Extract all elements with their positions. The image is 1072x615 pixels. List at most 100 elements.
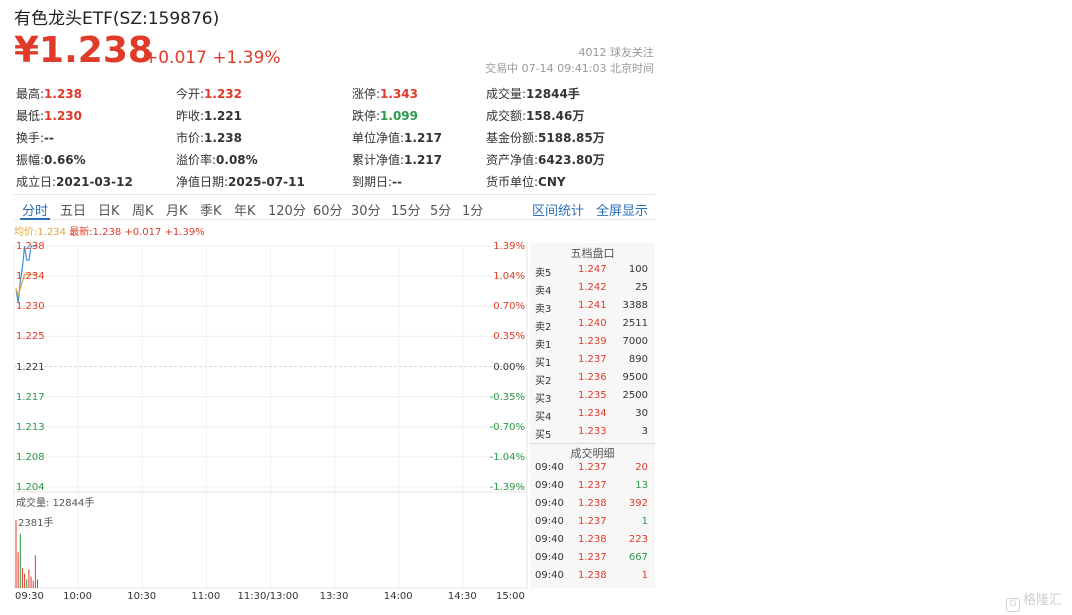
watermark: G 格隆汇 — [1005, 589, 1062, 612]
y-tick-label: 1.238 — [16, 241, 45, 252]
y-tick-label: 1.221 — [16, 361, 45, 373]
y-tick-label: 1.217 — [16, 391, 45, 403]
order-price: 1.233 — [578, 426, 607, 437]
trade-volume: 1 — [641, 570, 648, 581]
trade-volume: 13 — [635, 480, 648, 491]
trade-row: 09:40 1.238 223 — [530, 532, 655, 550]
y-pct-tick-label: -0.70% — [489, 421, 525, 433]
order-price: 1.234 — [578, 408, 607, 419]
stat-value: CNY — [538, 175, 566, 189]
order-side-label: 买2 — [535, 376, 552, 387]
trade-time: 09:40 — [535, 480, 564, 491]
y-tick-label: 1.234 — [16, 271, 45, 283]
order-volume: 7000 — [622, 336, 648, 347]
order-book-row: 卖5 1.247 100 — [530, 262, 655, 280]
order-book-row: 买5 1.233 3 — [530, 424, 655, 442]
order-side-label: 卖3 — [535, 304, 552, 315]
follower-count[interactable]: 4012 球友关注 — [579, 44, 655, 60]
trade-time: 09:40 — [535, 516, 564, 527]
trade-price: 1.238 — [578, 570, 607, 581]
trade-time: 09:40 — [535, 462, 564, 473]
order-price: 1.247 — [578, 264, 607, 275]
order-price: 1.241 — [578, 300, 607, 311]
trade-time: 09:40 — [535, 534, 564, 545]
stat-value: 6423.80万 — [538, 153, 605, 167]
trade-price: 1.237 — [578, 462, 607, 473]
order-book-row: 卖3 1.241 3388 — [530, 298, 655, 316]
order-book-row: 买4 1.234 30 — [530, 406, 655, 424]
order-side-label: 买5 — [535, 430, 552, 441]
order-volume: 3 — [641, 426, 648, 437]
stat-value: 158.46万 — [526, 109, 585, 123]
trade-price: 1.237 — [578, 516, 607, 527]
fullscreen-link[interactable]: 全屏显示 — [596, 200, 648, 219]
volume-max-label: 2381手 — [18, 518, 54, 529]
trade-row: 09:40 1.238 1 — [530, 568, 655, 586]
order-side-label: 卖1 — [535, 340, 552, 351]
y-pct-tick-label: 1.04% — [493, 271, 525, 283]
order-side-label: 买1 — [535, 358, 552, 369]
y-pct-tick-label: 0.70% — [493, 301, 525, 313]
stat-value: 12844手 — [526, 87, 580, 101]
order-book-title: 五档盘口 — [570, 247, 615, 260]
order-volume: 25 — [635, 282, 648, 293]
y-pct-tick-label: 0.00% — [493, 361, 525, 373]
trade-volume: 667 — [628, 552, 648, 563]
y-pct-tick-label: -1.39% — [489, 482, 525, 493]
order-side-label: 买4 — [535, 412, 552, 423]
y-tick-label: 1.208 — [16, 451, 45, 463]
y-pct-tick-label: 0.35% — [493, 331, 525, 343]
order-price: 1.236 — [578, 372, 607, 383]
order-side-label: 卖4 — [535, 286, 552, 297]
order-price: 1.239 — [578, 336, 607, 347]
trade-volume: 223 — [628, 534, 648, 545]
y-pct-tick-label: -0.35% — [489, 391, 525, 403]
order-side-label: 卖5 — [535, 268, 552, 279]
order-volume: 30 — [635, 408, 648, 419]
order-price: 1.242 — [578, 282, 607, 293]
trade-row: 09:40 1.237 1 — [530, 514, 655, 532]
trade-price: 1.237 — [578, 552, 607, 563]
watermark-text: 格隆汇 — [1022, 593, 1062, 608]
x-tick-label: 13:30 — [319, 591, 349, 602]
order-side-label: 卖2 — [535, 322, 552, 333]
trade-price: 1.238 — [578, 534, 607, 545]
range-stats-link[interactable]: 区间统计 — [532, 200, 584, 219]
order-volume: 100 — [628, 264, 648, 275]
x-tick-label: 15:00 — [496, 591, 525, 602]
order-book-row: 卖4 1.242 25 — [530, 280, 655, 298]
order-price: 1.240 — [578, 318, 607, 329]
y-tick-label: 1.225 — [16, 331, 45, 343]
order-book-row: 卖2 1.240 2511 — [530, 316, 655, 334]
y-tick-label: 1.213 — [16, 421, 45, 433]
order-price: 1.237 — [578, 354, 607, 365]
trade-row: 09:40 1.237 667 — [530, 550, 655, 568]
intraday-chart[interactable] — [0, 0, 530, 605]
y-tick-label: 1.230 — [16, 301, 45, 313]
trade-time: 09:40 — [535, 552, 564, 563]
trade-time: 09:40 — [535, 498, 564, 509]
trade-volume: 392 — [628, 498, 648, 509]
trade-time: 09:40 — [535, 570, 564, 581]
trade-volume: 1 — [641, 516, 648, 527]
order-book-row: 买1 1.237 890 — [530, 352, 655, 370]
x-tick-label: 14:30 — [447, 591, 477, 602]
stat-value: 5188.85万 — [538, 131, 605, 145]
trades-title: 成交明细 — [570, 447, 615, 460]
x-tick-label: 10:00 — [63, 591, 92, 602]
order-volume: 9500 — [622, 372, 648, 383]
gelonghui-logo-icon: G — [1005, 598, 1020, 612]
x-tick-label: 14:00 — [383, 591, 413, 602]
y-pct-tick-label: -1.04% — [489, 451, 525, 463]
order-volume: 2500 — [622, 390, 648, 401]
order-book-row: 卖1 1.239 7000 — [530, 334, 655, 352]
x-tick-label: 09:30 — [15, 591, 44, 602]
order-volume: 890 — [628, 354, 648, 365]
volume-label: 成交量: 12844手 — [16, 498, 95, 509]
order-book-divider — [530, 443, 655, 444]
trade-price: 1.237 — [578, 480, 607, 491]
order-price: 1.235 — [578, 390, 607, 401]
y-pct-tick-label: 1.39% — [493, 241, 525, 252]
trade-row: 09:40 1.237 20 — [530, 460, 655, 478]
order-volume: 2511 — [622, 318, 648, 329]
